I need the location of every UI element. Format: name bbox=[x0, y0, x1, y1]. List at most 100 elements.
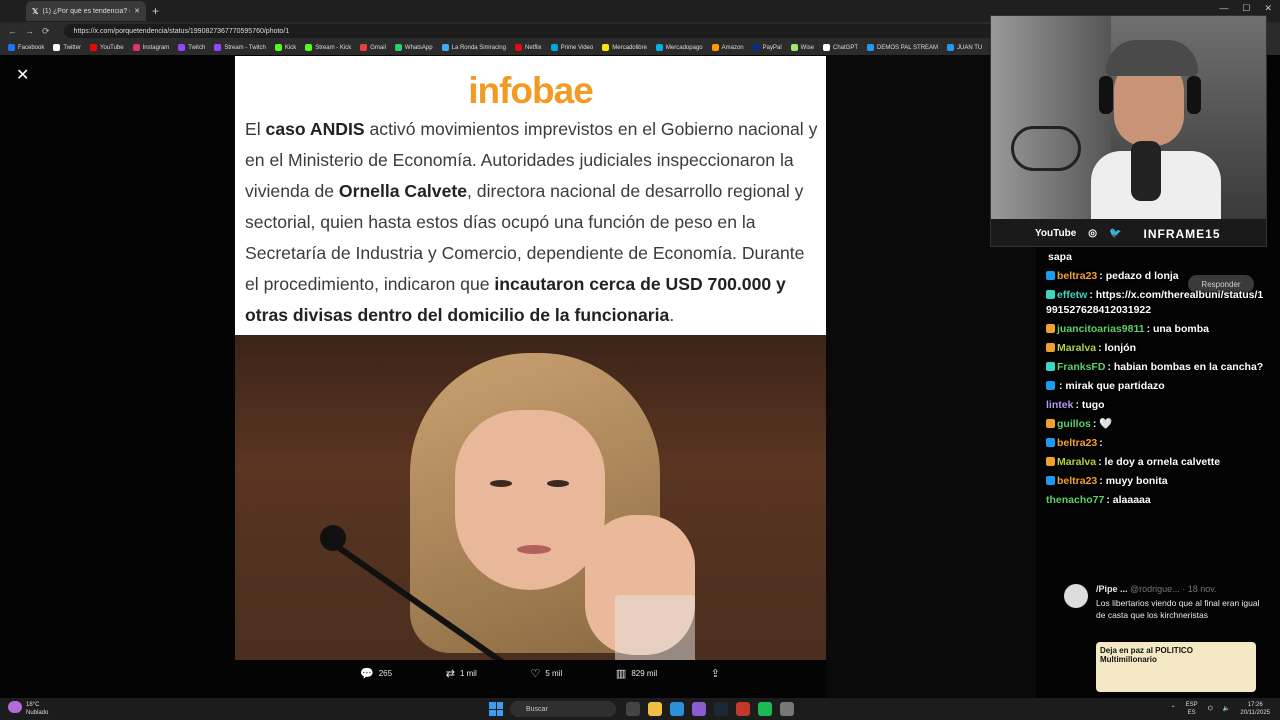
like-count: 5 mil bbox=[545, 669, 563, 678]
chat-text: : mirak que partidazo bbox=[1059, 380, 1165, 392]
chat-username[interactable]: Maralva bbox=[1057, 342, 1096, 354]
chat-text: : habian bombas en la cancha? bbox=[1107, 361, 1264, 373]
close-icon[interactable]: ✕ bbox=[16, 65, 29, 85]
bookmark-favicon-icon bbox=[655, 44, 663, 51]
chat-username[interactable]: effetw bbox=[1057, 289, 1087, 301]
bookmark-favicon-icon bbox=[441, 44, 449, 51]
bookmark-favicon-icon bbox=[947, 44, 955, 51]
chat-message: beltra23: muyy bonita bbox=[1046, 474, 1268, 489]
bookmark-favicon-icon bbox=[394, 44, 402, 51]
minimize-button[interactable]: — bbox=[1219, 3, 1228, 14]
bookmark-item[interactable]: Mercadolibre bbox=[602, 44, 647, 51]
streamer-cap bbox=[1106, 40, 1198, 76]
bookmark-item[interactable]: PayPal bbox=[752, 44, 782, 51]
bookmark-item[interactable]: Stream - Kick bbox=[305, 44, 351, 51]
bookmark-favicon-icon bbox=[132, 44, 140, 51]
repost-button[interactable]: ⇄ 1 mil bbox=[446, 667, 477, 680]
infobae-logo: infobae bbox=[468, 70, 594, 111]
volume-icon[interactable]: 🔈 bbox=[1223, 705, 1230, 713]
weather-widget[interactable]: 18°C Nublado bbox=[8, 701, 48, 717]
forward-arrow-icon[interactable]: → bbox=[25, 26, 34, 36]
chat-badge-icon bbox=[1046, 324, 1055, 333]
bookmark-item[interactable]: Instagram bbox=[132, 44, 170, 51]
chat-message: Maralva: le doy a ornela calvette bbox=[1046, 455, 1268, 470]
file-explorer-icon[interactable] bbox=[648, 702, 662, 716]
chat-text: : 🤍 bbox=[1092, 418, 1113, 430]
app-icon[interactable] bbox=[736, 702, 750, 716]
chat-username[interactable]: thenacho77 bbox=[1046, 494, 1104, 506]
bookmark-favicon-icon bbox=[752, 44, 760, 51]
close-window-button[interactable]: ✕ bbox=[1264, 3, 1272, 14]
clock[interactable]: 17:26 20/11/2025 bbox=[1240, 701, 1270, 717]
reply-button[interactable]: 💬 265 bbox=[360, 667, 392, 680]
post-image[interactable]: infobae El caso ANDIS activó movimientos… bbox=[235, 56, 826, 660]
bookmark-label: Stream - Kick bbox=[315, 44, 352, 51]
chat-username[interactable]: guillos bbox=[1057, 418, 1091, 430]
edge-icon[interactable] bbox=[670, 702, 684, 716]
bookmark-item[interactable]: Twitter bbox=[53, 44, 81, 51]
bookmark-item[interactable]: YouTube bbox=[90, 44, 124, 51]
bookmark-favicon-icon bbox=[711, 44, 719, 51]
chrome-icon[interactable] bbox=[692, 702, 706, 716]
chat-username[interactable]: beltra23 bbox=[1057, 270, 1097, 282]
bookmark-item[interactable]: Amazon bbox=[711, 44, 744, 51]
network-icon[interactable]: ⌬ bbox=[1208, 705, 1213, 713]
chat-username[interactable]: Maralva bbox=[1057, 456, 1096, 468]
taskbar-search[interactable]: Buscar bbox=[510, 701, 616, 717]
bookmark-item[interactable]: Netflix bbox=[514, 44, 542, 51]
chat-username[interactable]: lintek bbox=[1046, 399, 1073, 411]
chat-badge-icon bbox=[1046, 343, 1055, 352]
maximize-button[interactable]: ☐ bbox=[1242, 3, 1250, 14]
bookmark-item[interactable]: Mercadopago bbox=[655, 44, 703, 51]
bookmark-favicon-icon bbox=[178, 44, 186, 51]
chat-badge-icon bbox=[1046, 438, 1055, 447]
bookmark-label: Instagram bbox=[142, 44, 170, 51]
chat-message: beltra23: pedazo d lonja bbox=[1046, 269, 1268, 284]
mouse-cursor-icon: ▲ bbox=[801, 323, 810, 333]
chat-badge-icon bbox=[1046, 362, 1055, 371]
like-button[interactable]: ♡ 5 mil bbox=[530, 667, 562, 680]
chat-username[interactable]: juancitoarias9811 bbox=[1057, 323, 1145, 335]
notepad-icon[interactable] bbox=[780, 702, 794, 716]
language-indicator[interactable]: ESP ES bbox=[1186, 701, 1198, 717]
bookmark-favicon-icon bbox=[602, 44, 610, 51]
steam-icon[interactable] bbox=[714, 702, 728, 716]
bookmark-item[interactable]: Prime Video bbox=[550, 44, 593, 51]
bookmark-item[interactable]: La Ronda Simracing bbox=[441, 44, 506, 51]
bookmark-label: Facebook bbox=[18, 44, 45, 51]
bookmark-item[interactable]: ChatGPT bbox=[823, 44, 858, 51]
browser-tab[interactable]: 𝕏 (1) ¿Por qué es tendencia? en X: ✕ bbox=[26, 1, 146, 21]
chat-username[interactable]: beltra23 bbox=[1057, 475, 1097, 487]
bookmark-item[interactable]: WhatsApp bbox=[394, 44, 433, 51]
share-button[interactable]: ⇪ bbox=[711, 667, 720, 680]
bookmark-item[interactable]: DEMOS PAL STREAM bbox=[867, 44, 938, 51]
chat-username[interactable]: FranksFD bbox=[1057, 361, 1105, 373]
bookmark-item[interactable]: Facebook bbox=[8, 44, 44, 51]
bookmark-item[interactable]: JUAN TU bbox=[947, 44, 982, 51]
views-button[interactable]: ▥ 829 mil bbox=[616, 667, 657, 680]
taskbar-apps bbox=[626, 702, 794, 716]
spotify-icon[interactable] bbox=[758, 702, 772, 716]
bookmark-item[interactable]: Wise bbox=[790, 44, 814, 51]
bookmark-item[interactable]: Twitch bbox=[178, 44, 205, 51]
start-button[interactable] bbox=[489, 702, 503, 716]
bookmark-label: Mercadolibre bbox=[612, 44, 647, 51]
bookmark-item[interactable]: Gmail bbox=[360, 44, 386, 51]
reload-icon[interactable]: ⟳ bbox=[42, 26, 50, 37]
bookmark-item[interactable]: Kick bbox=[274, 44, 296, 51]
chat-text: : lonjón bbox=[1098, 342, 1137, 354]
article-text: El caso ANDIS activó movimientos imprevi… bbox=[245, 119, 818, 325]
chat-username[interactable]: beltra23 bbox=[1057, 437, 1097, 449]
tab-close-icon[interactable]: ✕ bbox=[134, 7, 140, 15]
back-arrow-icon[interactable]: ← bbox=[8, 26, 17, 36]
bookmark-favicon-icon bbox=[8, 44, 15, 51]
bookmark-label: Wise bbox=[800, 44, 814, 51]
tray-chevron-icon[interactable]: ⌃ bbox=[1171, 705, 1176, 713]
new-tab-button[interactable]: + bbox=[152, 4, 159, 18]
bookmark-favicon-icon bbox=[867, 44, 875, 51]
task-view-icon[interactable] bbox=[626, 702, 640, 716]
address-bar[interactable]: https://x.com/porquetendencia/status/199… bbox=[63, 24, 1044, 38]
bookmark-label: ChatGPT bbox=[833, 44, 859, 51]
bookmark-item[interactable]: Stream - Twitch bbox=[214, 44, 266, 51]
chat-message: sapa bbox=[1046, 250, 1268, 265]
